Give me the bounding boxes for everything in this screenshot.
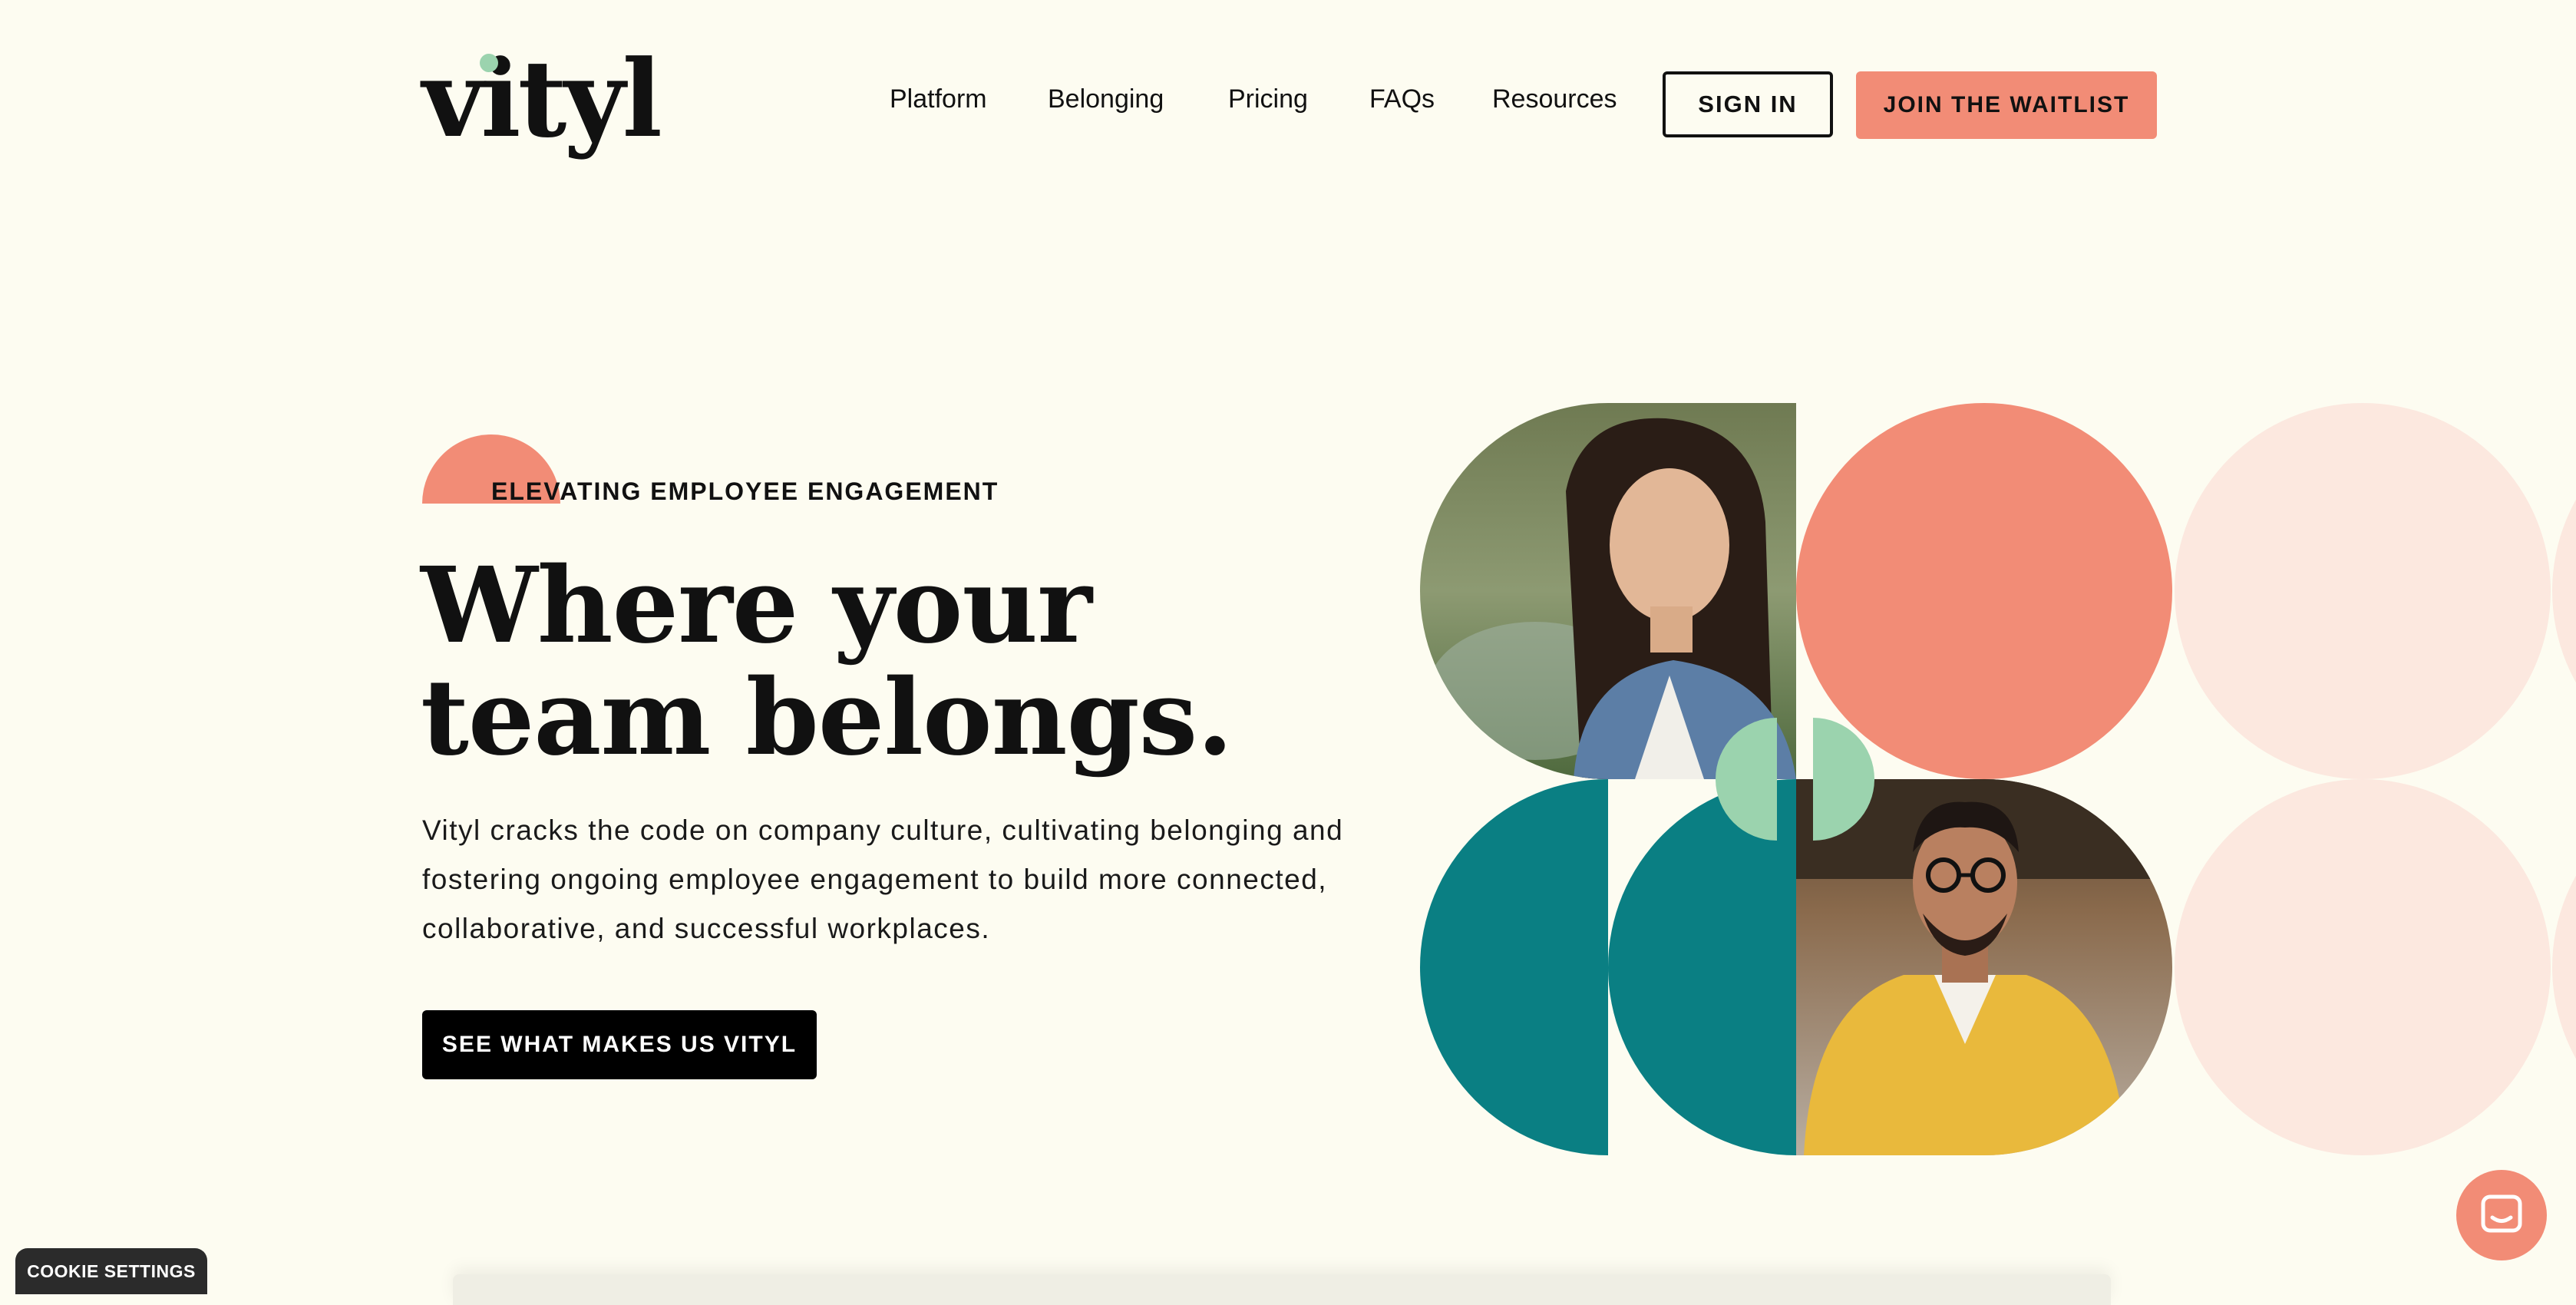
man-photo: [1796, 779, 2172, 1155]
cookie-settings-button[interactable]: COOKIE SETTINGS: [15, 1248, 207, 1294]
next-section-edge: [453, 1274, 2111, 1305]
pale-circle-bottom: [2175, 779, 2551, 1155]
pale-circle-top-edge: [2552, 499, 2576, 683]
hero-graphic: [1420, 403, 2576, 1155]
chat-icon: [2481, 1194, 2522, 1233]
pale-circle-bottom-edge: [2552, 875, 2576, 1059]
chat-launcher-button[interactable]: [2456, 1170, 2547, 1260]
pale-circle-top: [2175, 403, 2551, 779]
woman-photo: [1420, 403, 1796, 779]
coral-circle: [1796, 403, 2172, 779]
teal-half-circle-left: [1420, 779, 1608, 1155]
